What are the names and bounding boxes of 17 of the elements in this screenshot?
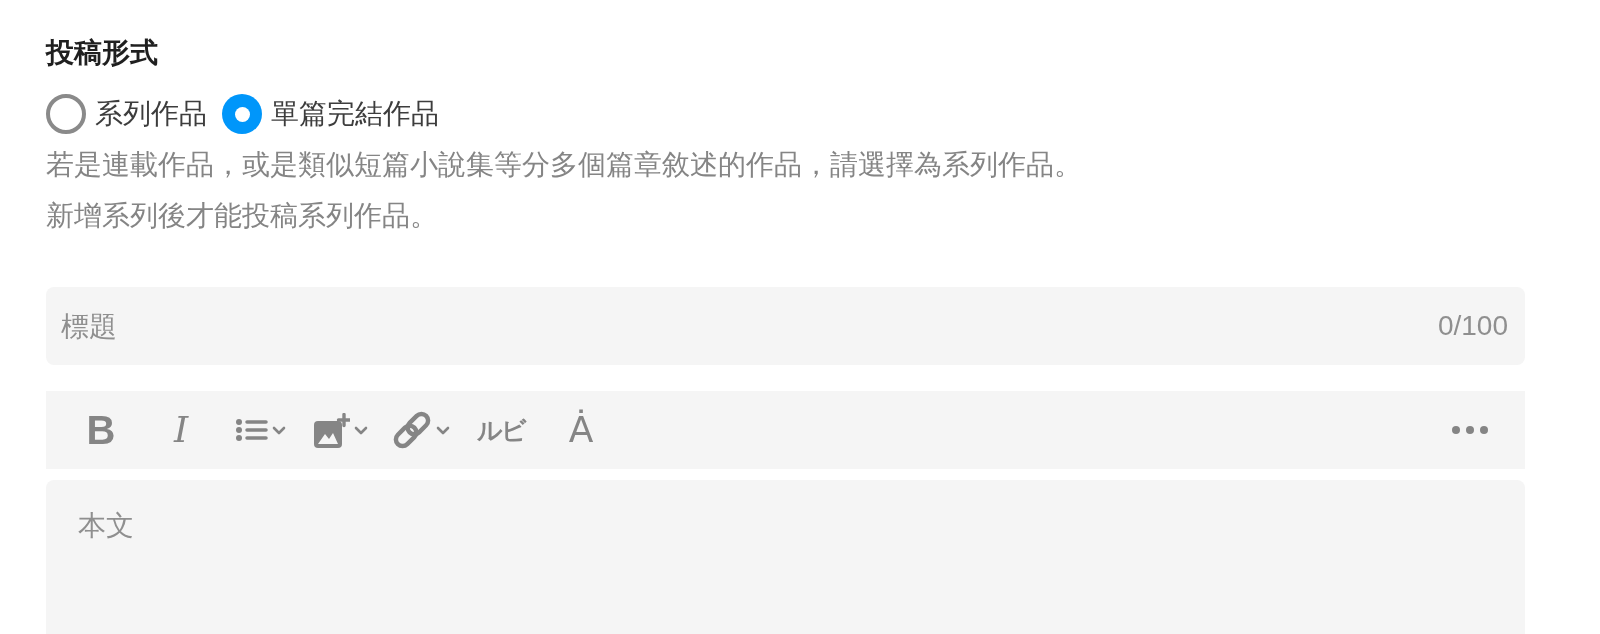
help-text: 若是連載作品，或是類似短篇小說集等分多個篇章敘述的作品，請選擇為系列作品。	[46, 147, 1083, 183]
emphasis-button[interactable]: Ȧ	[549, 402, 613, 458]
ruby-button[interactable]: ルビ	[469, 402, 533, 458]
bullet-list-icon	[236, 419, 268, 441]
link-icon	[392, 410, 432, 450]
italic-button[interactable]: I	[149, 402, 213, 458]
radio-label[interactable]: 單篇完結作品	[271, 94, 439, 134]
help-text: 新增系列後才能投稿系列作品。	[46, 198, 439, 234]
more-icon	[1452, 426, 1488, 434]
character-counter: 0/100	[1437, 309, 1508, 343]
radio-button[interactable]	[46, 94, 86, 134]
radio-label[interactable]: 系列作品	[95, 94, 207, 134]
section-heading: 投稿形式	[46, 35, 159, 71]
body-textarea[interactable]: 本文	[46, 480, 1525, 634]
image-plus-icon	[314, 412, 350, 448]
bold-button[interactable]: B	[69, 402, 133, 458]
radio-button[interactable]	[222, 94, 262, 134]
